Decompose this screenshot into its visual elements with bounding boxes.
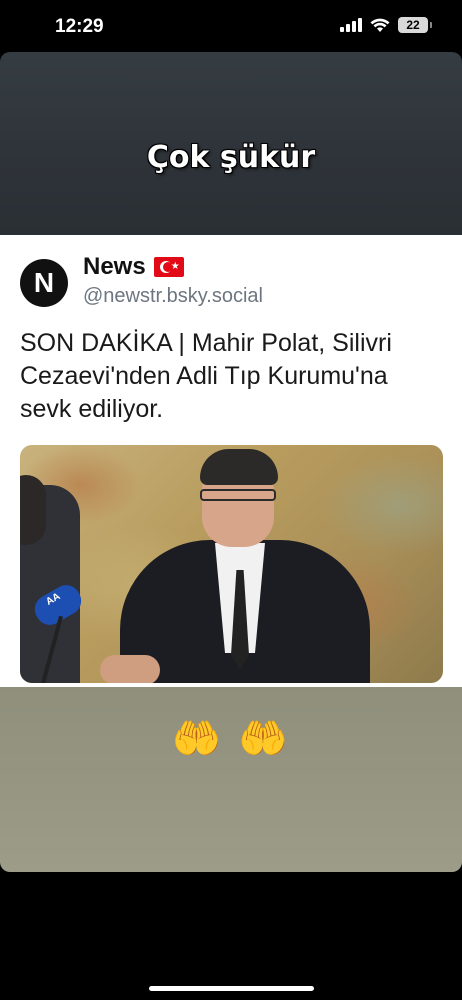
battery-icon: 22 xyxy=(398,17,432,33)
palms-up-emoji: 🤲 🤲 xyxy=(171,716,291,762)
status-bar: 12:29 22 xyxy=(0,0,462,52)
turkey-flag-icon: ★ xyxy=(153,257,184,277)
photo-speaker-hair xyxy=(200,449,278,485)
status-time: 12:29 xyxy=(55,16,104,37)
story-card[interactable]: Çok şükür N News ★ @newstr.bsky.social S… xyxy=(0,52,462,872)
cellular-signal-icon xyxy=(340,18,362,32)
story-header-area: Çok şükür xyxy=(0,52,462,235)
story-caption: Çok şükür xyxy=(146,140,316,175)
avatar[interactable]: N xyxy=(20,259,68,307)
post-text: SON DAKİKA | Mahir Polat, Silivri Cezaev… xyxy=(20,329,392,423)
shared-post[interactable]: N News ★ @newstr.bsky.social SON DAKİKA … xyxy=(0,235,462,687)
home-indicator[interactable] xyxy=(149,986,314,991)
wifi-icon xyxy=(370,18,390,32)
battery-level: 22 xyxy=(406,18,420,32)
story-footer-area: 🤲 🤲 xyxy=(0,687,462,872)
post-photo[interactable]: AA xyxy=(20,445,443,683)
author-name-label: News xyxy=(83,253,146,280)
photo-person-left-head xyxy=(20,475,46,545)
photo-speaker-glasses xyxy=(200,489,276,501)
post-author-handle[interactable]: @newstr.bsky.social xyxy=(83,285,263,308)
post-author-name[interactable]: News ★ xyxy=(83,253,184,281)
status-icons: 22 xyxy=(340,17,432,33)
photo-speaker-hand xyxy=(100,655,160,683)
avatar-letter: N xyxy=(33,267,55,298)
